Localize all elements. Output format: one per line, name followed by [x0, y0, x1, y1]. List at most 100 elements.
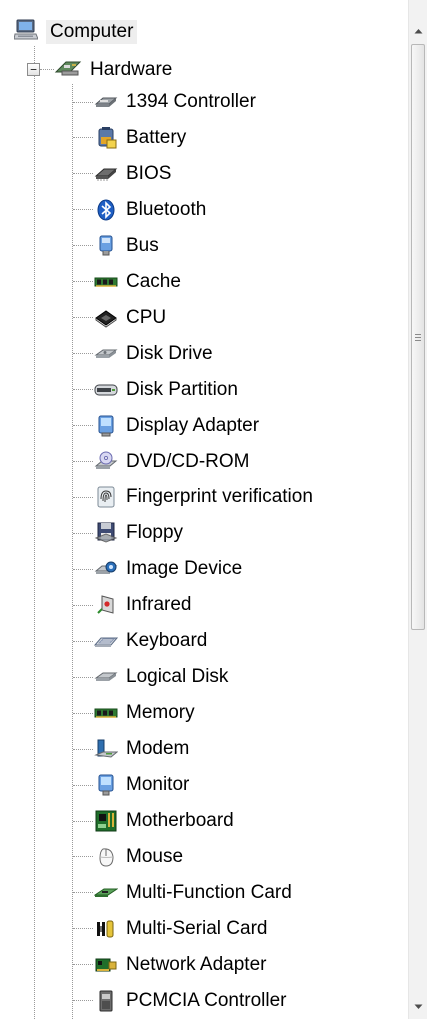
tree-item-label: Memory: [126, 702, 195, 724]
tree-connector: [73, 820, 93, 822]
tree-item-label: Bluetooth: [126, 198, 207, 220]
computer-icon: [13, 19, 39, 46]
tree-item-label: Monitor: [126, 774, 190, 796]
tree-connector: [73, 676, 93, 678]
logical-disk-icon: [94, 665, 118, 689]
tree-item-label: Image Device: [126, 558, 243, 580]
modem-icon: [94, 737, 118, 761]
tree-connector: [73, 209, 93, 211]
network-adapter-icon: [94, 953, 118, 977]
tree-item[interactable]: Monitor: [73, 770, 189, 800]
tree-item[interactable]: Floppy: [73, 518, 183, 548]
tree-item[interactable]: Keyboard: [73, 626, 207, 656]
tree-item-label: Logical Disk: [126, 666, 229, 688]
tree-item-label: 1394 Controller: [126, 91, 256, 112]
chip-icon: [94, 162, 118, 186]
tree-item-label: CPU: [126, 306, 167, 328]
tree-item[interactable]: Motherboard: [73, 806, 234, 836]
tree-item[interactable]: DVD/CD-ROM: [73, 447, 250, 477]
tree-item[interactable]: Infrared: [73, 590, 191, 620]
tree-connector: [73, 892, 93, 894]
battery-icon: [94, 126, 118, 150]
tree-item[interactable]: Logical Disk: [73, 662, 228, 692]
tree-item[interactable]: Fingerprint verification: [73, 482, 313, 512]
tree-item[interactable]: Bluetooth: [73, 195, 206, 225]
tree-item-label: Network Adapter: [126, 953, 267, 975]
tree-item-label: Display Adapter: [126, 414, 260, 436]
tree-item-label: BIOS: [126, 162, 172, 184]
device-tree[interactable]: Computer − Hardware 1394 Controller Batte…: [0, 0, 408, 1019]
tree-item[interactable]: PCMCIA Controller: [73, 986, 287, 1016]
memory-module-icon: [94, 270, 118, 294]
tree-item[interactable]: Network Adapter: [73, 950, 266, 980]
tree-item-label: Modem: [126, 738, 190, 760]
tree-node-hardware[interactable]: Hardware: [54, 56, 172, 84]
tree-item[interactable]: Bus: [73, 231, 159, 261]
tree-connector: [73, 568, 93, 570]
tree-item[interactable]: Memory: [73, 698, 195, 728]
disk-drive-icon: [94, 342, 118, 366]
tree-connector: [73, 425, 93, 427]
tree-item[interactable]: Multi-Function Card: [73, 878, 292, 908]
memory-module-icon: [94, 701, 118, 725]
display-adapter-icon: [94, 414, 118, 438]
controller-card-icon: [94, 90, 118, 114]
tree-item[interactable]: Image Device: [73, 554, 242, 584]
tree-item[interactable]: 1394 Controller: [73, 87, 256, 117]
monitor-icon: [94, 773, 118, 797]
vertical-scrollbar[interactable]: [408, 0, 427, 1019]
fingerprint-icon: [94, 485, 118, 509]
tree-item-label: Floppy: [126, 522, 184, 544]
mouse-icon: [94, 845, 118, 869]
scroll-up-arrow-icon[interactable]: [409, 22, 427, 40]
scroll-grip-icon: [415, 333, 421, 341]
tree-item-label: Disk Partition: [126, 378, 238, 400]
tree-connector: [73, 101, 93, 103]
tree-item[interactable]: Display Adapter: [73, 411, 259, 441]
tree-item-label: Mouse: [126, 845, 184, 867]
floppy-icon: [94, 521, 118, 545]
tree-item-label: Keyboard: [126, 630, 208, 652]
keyboard-icon: [94, 629, 118, 653]
bus-icon: [94, 234, 118, 258]
tree-item-label: Bus: [126, 234, 159, 256]
pcmcia-icon: [94, 989, 118, 1013]
tree-guide-root: [34, 46, 35, 1019]
scrollbar-thumb[interactable]: [411, 44, 425, 630]
tree-connector: [73, 856, 93, 858]
collapse-hardware-button[interactable]: −: [27, 63, 40, 76]
tree-item[interactable]: Modem: [73, 734, 189, 764]
tree-item[interactable]: Disk Partition: [73, 375, 238, 405]
tree-item-label: Multi-Serial Card: [126, 917, 268, 939]
tree-connector: [73, 928, 93, 930]
partition-icon: [94, 378, 118, 402]
bluetooth-icon: [94, 198, 118, 222]
tree-connector: [73, 317, 93, 319]
infrared-icon: [94, 593, 118, 617]
tree-item-label: Disk Drive: [126, 342, 213, 364]
tree-connector: [73, 461, 93, 462]
scroll-down-arrow-icon[interactable]: [409, 998, 427, 1016]
tree-item-label: Multi-Function Card: [126, 881, 292, 903]
tree-connector: [40, 69, 54, 70]
tree-item[interactable]: Battery: [73, 123, 186, 153]
tree-item[interactable]: Mouse: [73, 842, 183, 872]
tree-item-label: Cache: [126, 270, 181, 292]
tree-node-computer[interactable]: Computer: [13, 18, 138, 46]
tree-item[interactable]: Disk Drive: [73, 339, 213, 369]
tree-item[interactable]: Multi-Serial Card: [73, 914, 267, 944]
tree-connector: [73, 389, 93, 391]
tree-item-label: DVD/CD-ROM: [126, 450, 250, 472]
tree-item[interactable]: Cache: [73, 267, 181, 297]
camera-icon: [94, 557, 118, 581]
cpu-icon: [94, 306, 118, 330]
tree-item[interactable]: BIOS: [73, 159, 171, 189]
tree-node-label: Hardware: [90, 59, 173, 80]
tree-connector: [73, 173, 93, 175]
tree-connector: [73, 532, 93, 534]
serial-card-icon: [94, 917, 118, 941]
tree-item[interactable]: CPU: [73, 303, 166, 333]
tree-connector: [73, 604, 93, 606]
tree-connector: [73, 245, 93, 247]
card-icon: [94, 881, 118, 905]
